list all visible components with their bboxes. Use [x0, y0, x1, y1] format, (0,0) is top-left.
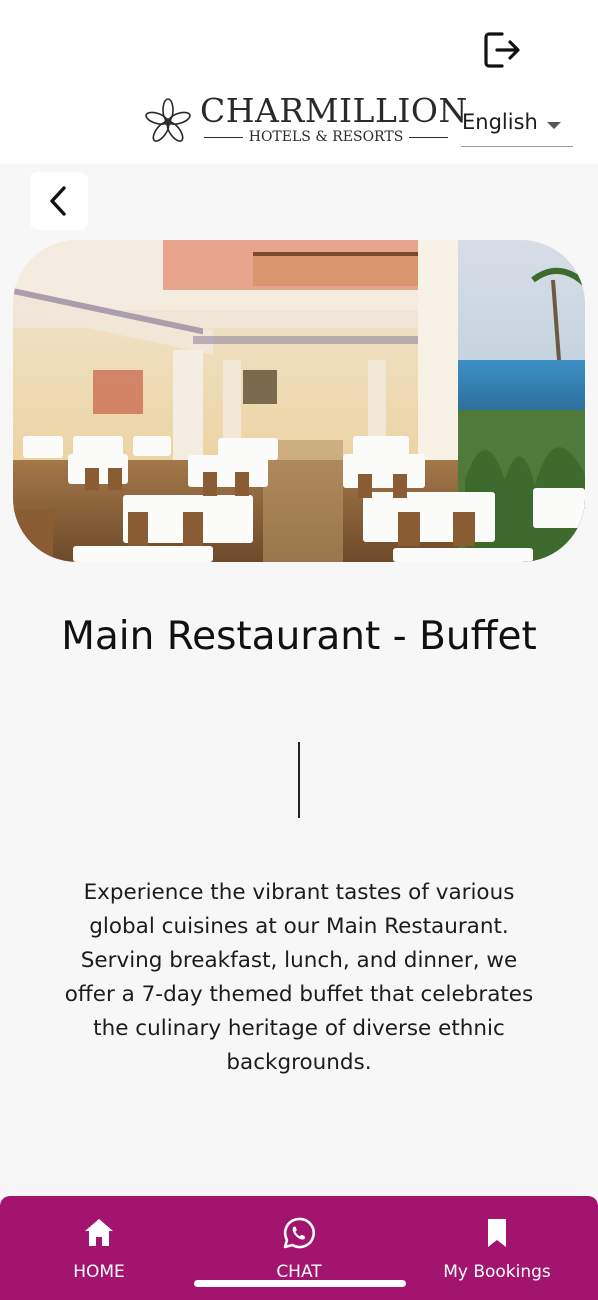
- restaurant-photo: [13, 240, 585, 562]
- brand-logo: CHARMILLION HOTELS & RESORTS: [144, 91, 468, 148]
- app-header: CHARMILLION HOTELS & RESORTS English: [0, 0, 598, 164]
- language-select[interactable]: English: [461, 106, 573, 147]
- home-indicator: [194, 1280, 406, 1287]
- flower-logo-icon: [145, 98, 191, 142]
- divider: [204, 136, 243, 138]
- home-icon: [85, 1219, 113, 1246]
- logout-icon: [484, 32, 520, 68]
- nav-home-label: HOME: [73, 1262, 125, 1282]
- bottom-navigation: HOME CHAT My Bookings: [0, 1196, 598, 1300]
- brand-subtitle-row: HOTELS & RESORTS: [204, 128, 449, 146]
- whatsapp-icon: [283, 1217, 315, 1249]
- caret-down-icon: [547, 122, 561, 129]
- nav-chat[interactable]: CHAT: [254, 1196, 344, 1292]
- back-button[interactable]: [30, 172, 88, 230]
- page-title: Main Restaurant - Buffet: [61, 614, 537, 659]
- nav-bookings-label: My Bookings: [443, 1262, 551, 1282]
- divider: [409, 136, 449, 138]
- brand-name: CHARMILLION: [200, 91, 468, 130]
- title-divider: [298, 742, 300, 818]
- restaurant-description: Experience the vibrant tastes of various…: [64, 880, 534, 1075]
- brand-subtitle: HOTELS & RESORTS: [248, 129, 404, 145]
- nav-chat-label: CHAT: [276, 1262, 322, 1282]
- restaurant-image: [13, 240, 585, 562]
- chevron-left-icon: [50, 186, 66, 216]
- nav-home[interactable]: HOME: [54, 1196, 144, 1292]
- language-value: English: [462, 110, 538, 134]
- nav-my-bookings[interactable]: My Bookings: [430, 1196, 564, 1292]
- logout-button[interactable]: [480, 26, 524, 74]
- bookmark-icon: [488, 1219, 506, 1247]
